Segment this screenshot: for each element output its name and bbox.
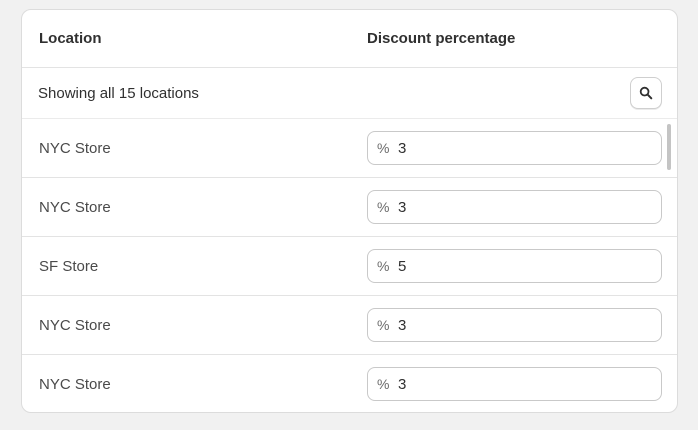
percent-prefix: %: [377, 258, 390, 274]
location-name: NYC Store: [39, 140, 111, 157]
table-row: NYC Store % 3: [22, 178, 677, 237]
location-column-header: Location: [39, 30, 102, 47]
location-name: NYC Store: [39, 317, 111, 334]
percent-prefix: %: [377, 140, 390, 156]
location-name: NYC Store: [39, 376, 111, 393]
search-button[interactable]: [630, 77, 662, 109]
discount-percentage-input[interactable]: % 3: [367, 308, 662, 342]
table-row: NYC Store % 3: [22, 296, 677, 355]
discount-table-card: Location Discount percentage Showing all…: [21, 9, 678, 413]
discount-percentage-input[interactable]: % 3: [367, 131, 662, 165]
table-row: SF Store % 5: [22, 237, 677, 296]
discount-value: 3: [398, 139, 407, 157]
vertical-scrollbar[interactable]: [667, 124, 671, 170]
discount-value: 5: [398, 257, 407, 275]
location-name: SF Store: [39, 258, 99, 275]
discount-value: 3: [398, 375, 407, 393]
discount-percentage-input[interactable]: % 3: [367, 367, 662, 401]
table-header: Location Discount percentage: [22, 10, 677, 68]
discount-value: 3: [398, 316, 407, 334]
discount-percentage-input[interactable]: % 5: [367, 249, 662, 283]
table-body: NYC Store % 3 NYC Store % 3 SF Store % 5…: [22, 119, 677, 412]
table-row: NYC Store % 3: [22, 355, 677, 412]
percent-prefix: %: [377, 317, 390, 333]
percent-prefix: %: [377, 199, 390, 215]
location-name: NYC Store: [39, 199, 111, 216]
discount-value: 3: [398, 198, 407, 216]
discount-percentage-input[interactable]: % 3: [367, 190, 662, 224]
table-row: NYC Store % 3: [22, 119, 677, 178]
discount-column-header: Discount percentage: [367, 30, 516, 47]
search-icon: [639, 86, 653, 100]
percent-prefix: %: [377, 376, 390, 392]
table-toolbar: Showing all 15 locations: [22, 68, 677, 119]
locations-count-label: Showing all 15 locations: [38, 85, 199, 102]
